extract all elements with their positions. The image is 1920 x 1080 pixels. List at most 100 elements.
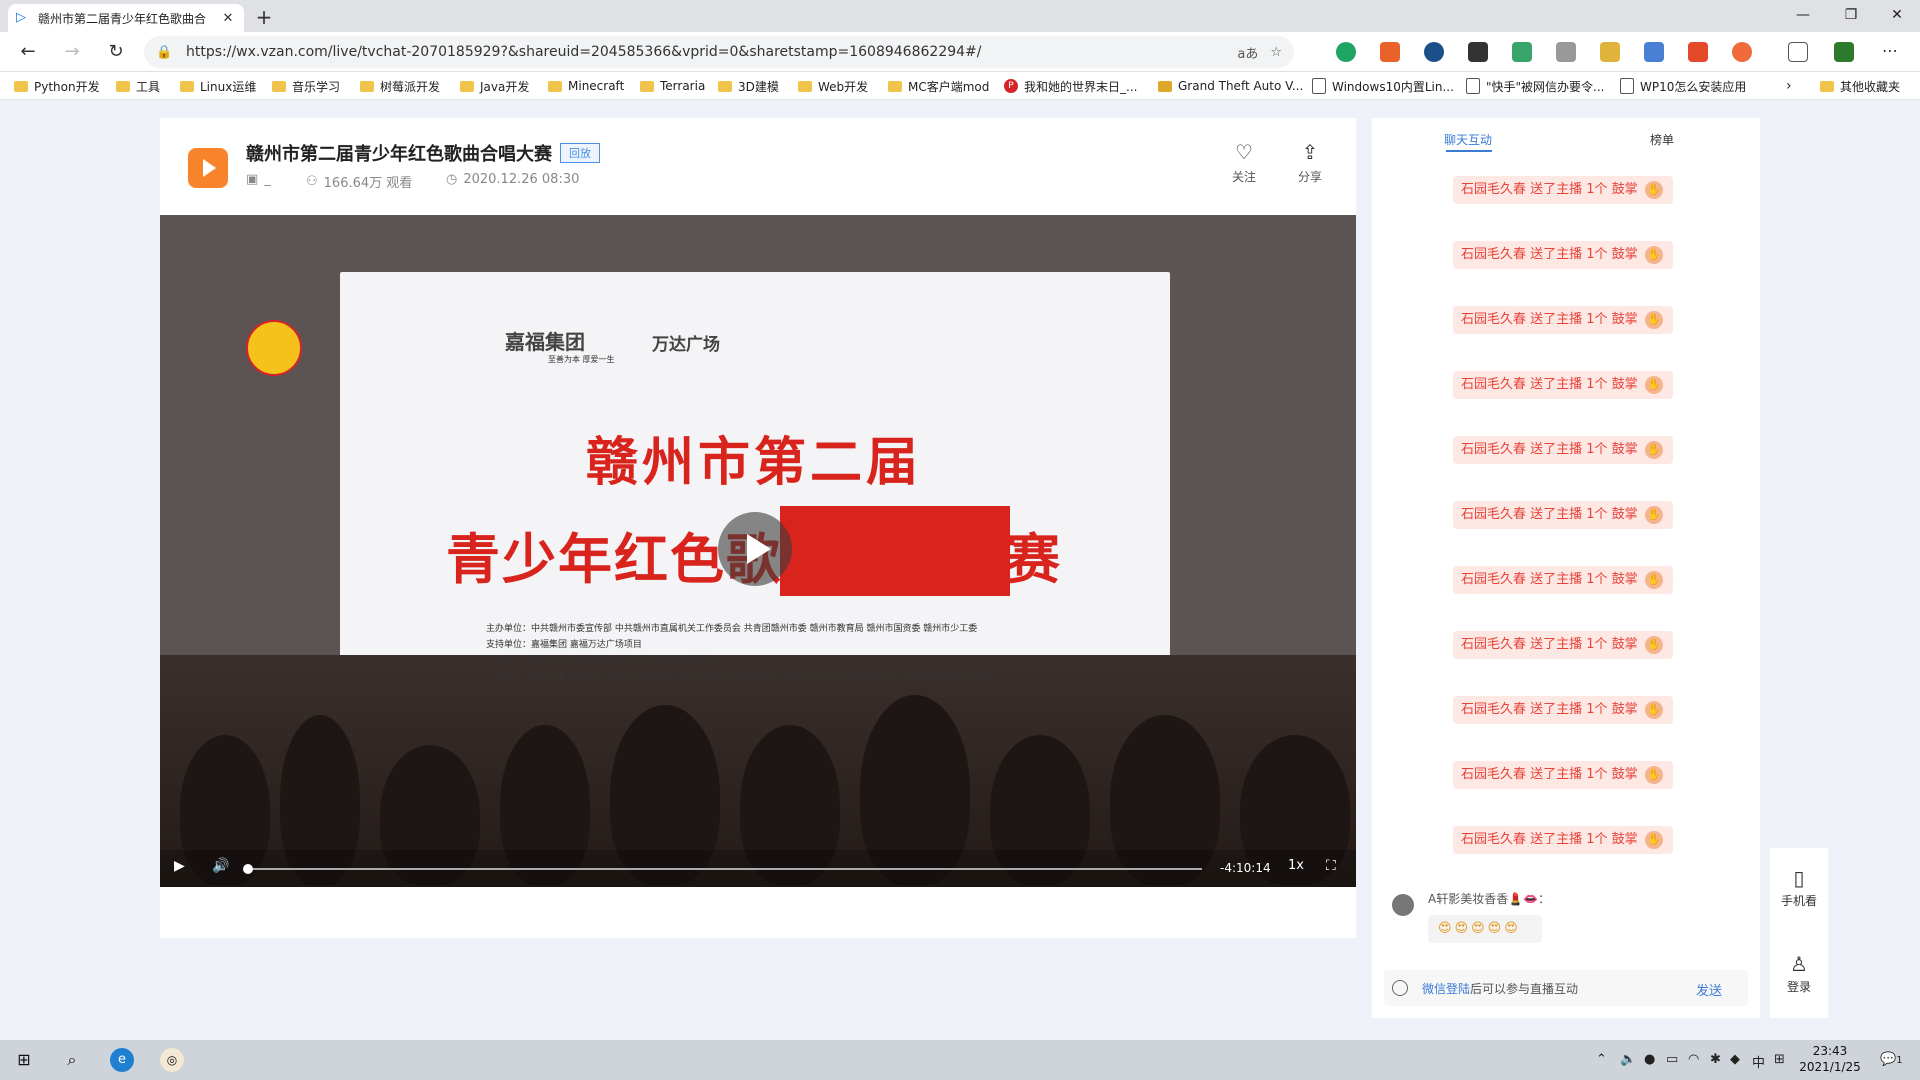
- share-button[interactable]: ⇪ 分享: [1290, 140, 1330, 185]
- bluetooth-tray-icon[interactable]: ✱: [1710, 1052, 1721, 1067]
- bookmark-link[interactable]: Windows10内置Lin...: [1312, 78, 1454, 94]
- emoji-smile-icon[interactable]: [1392, 980, 1408, 996]
- bookmark-folder[interactable]: Minecraft: [548, 78, 624, 94]
- progress-track[interactable]: [246, 868, 1202, 870]
- bookmark-folder[interactable]: Terraria: [640, 78, 705, 94]
- reload-button[interactable]: ↻: [102, 40, 130, 64]
- bookmark-link[interactable]: Grand Theft Auto V...: [1158, 78, 1303, 94]
- network-tray-icon[interactable]: ▭: [1666, 1052, 1678, 1067]
- bookmark-label: 工具: [136, 79, 161, 94]
- close-window-button[interactable]: ✕: [1874, 0, 1920, 32]
- bookmark-folder[interactable]: 树莓派开发: [360, 78, 440, 94]
- extension-icon[interactable]: [1600, 42, 1620, 62]
- video-icon: ▣: [246, 172, 259, 187]
- system-clock[interactable]: 23:43 2021/1/25: [1790, 1043, 1870, 1075]
- forward-button[interactable]: →: [58, 40, 86, 64]
- bookmark-folder[interactable]: 工具: [116, 78, 160, 94]
- rockstar-icon: [1158, 80, 1172, 92]
- send-button[interactable]: 发送: [1696, 980, 1722, 999]
- extension-grammarly-icon[interactable]: [1336, 42, 1356, 62]
- extension-icon[interactable]: [1732, 42, 1752, 62]
- center-play-icon[interactable]: [718, 512, 792, 586]
- gift-text: 石园毛久春 送了主播 1个 鼓掌: [1461, 247, 1638, 262]
- more-menu-icon[interactable]: ⋯: [1880, 42, 1900, 62]
- bookmark-label: Linux运维: [200, 79, 257, 94]
- clap-gift-icon: ✋: [1645, 441, 1663, 459]
- mobile-view-button[interactable]: ▯ 手机看: [1770, 866, 1828, 909]
- other-bookmarks-folder[interactable]: 其他收藏夹: [1820, 78, 1900, 94]
- bookmark-folder[interactable]: 音乐学习: [272, 78, 340, 94]
- tab-ranking[interactable]: 榜单: [1650, 131, 1674, 148]
- bookmark-link[interactable]: P 我和她的世界末日_...: [1004, 78, 1137, 94]
- extension-icon[interactable]: [1512, 42, 1532, 62]
- bookmark-label: 我和她的世界末日_...: [1024, 79, 1138, 94]
- clock-time: 23:43: [1812, 1044, 1848, 1058]
- edge-app-icon[interactable]: e: [110, 1048, 134, 1072]
- folder-icon: [460, 80, 474, 92]
- wifi-tray-icon[interactable]: ◠: [1688, 1052, 1699, 1067]
- bookmark-link[interactable]: WP10怎么安装应用: [1620, 78, 1746, 94]
- back-button[interactable]: ←: [14, 40, 42, 64]
- fullscreen-icon[interactable]: ⛶: [1326, 858, 1336, 874]
- hint-text: 后可以参与直播互动: [1470, 982, 1579, 996]
- wechat-login-link[interactable]: 微信登陆: [1422, 982, 1470, 996]
- extension-icon[interactable]: [1380, 42, 1400, 62]
- bookmark-folder[interactable]: Python开发: [14, 78, 100, 94]
- bookmark-folder[interactable]: 3D建模: [718, 78, 779, 94]
- share-label: 分享: [1297, 170, 1322, 184]
- windows-taskbar: ⊞ ⌕ e ◎ ⌃ 🔈 ● ▭ ◠ ✱ ◆ 中 ⊞ 23:43 2021/1/2…: [0, 1040, 1920, 1080]
- minimize-button[interactable]: —: [1780, 0, 1826, 32]
- gift-message: 石园毛久春 送了主播 1个 鼓掌 ✋: [1453, 371, 1673, 399]
- pinterest-icon: P: [1004, 79, 1018, 93]
- bookmark-folder[interactable]: MC客户端mod: [888, 78, 989, 94]
- restore-button[interactable]: ❐: [1828, 0, 1874, 32]
- tray-chevron-icon[interactable]: ⌃: [1596, 1052, 1607, 1067]
- url-field[interactable]: 🔒 https://wx.vzan.com/live/tvchat-207018…: [144, 36, 1294, 68]
- sponsor-jiafu-slogan: 至善为本 厚爱一生: [548, 355, 615, 364]
- login-button[interactable]: ♙ 登录: [1770, 952, 1828, 995]
- qq-tray-icon[interactable]: ●: [1644, 1052, 1655, 1067]
- collections-icon[interactable]: [1788, 42, 1808, 62]
- close-tab-icon[interactable]: ✕: [220, 11, 236, 26]
- bookmark-folder[interactable]: Java开发: [460, 78, 529, 94]
- bookmark-folder[interactable]: Web开发: [798, 78, 868, 94]
- notification-icon[interactable]: 💬1: [1880, 1052, 1903, 1067]
- poster-credit: 承办单位：赣州市青少年发展基金会 赣州共青团融媒体中心: [486, 656, 723, 666]
- bookmark-folder[interactable]: Linux运维: [180, 78, 256, 94]
- windows-start-icon[interactable]: ⊞: [12, 1048, 36, 1072]
- extension-icon[interactable]: [1688, 42, 1708, 62]
- bookmark-link[interactable]: "快手"被网信办要令...: [1466, 78, 1604, 94]
- extension-icon[interactable]: [1556, 42, 1576, 62]
- volume-icon[interactable]: 🔊: [212, 858, 229, 874]
- favorite-star-icon[interactable]: ☆: [1270, 45, 1282, 60]
- tab-chat[interactable]: 聊天互动: [1444, 131, 1492, 148]
- extension-monitor-icon[interactable]: [1468, 42, 1488, 62]
- heart-plus-icon: ♡: [1235, 140, 1253, 164]
- pinned-app-icon[interactable]: ◎: [160, 1048, 184, 1072]
- ime-indicator[interactable]: 中: [1752, 1052, 1765, 1071]
- follow-button[interactable]: ♡ 关注: [1224, 140, 1264, 185]
- volume-tray-icon[interactable]: 🔈: [1620, 1052, 1636, 1067]
- new-tab-button[interactable]: +: [252, 6, 276, 30]
- folder-icon: [1820, 80, 1834, 92]
- channel-logo[interactable]: [188, 148, 228, 188]
- clock-icon: ◷: [446, 172, 458, 187]
- notification-count: 1: [1896, 1055, 1903, 1066]
- bookmarks-overflow-chevron-icon[interactable]: ›: [1786, 78, 1792, 94]
- profile-avatar[interactable]: [1834, 42, 1854, 62]
- gift-message: 石园毛久春 送了主播 1个 鼓掌 ✋: [1453, 176, 1673, 204]
- play-icon[interactable]: ▶: [174, 858, 185, 874]
- browser-tab[interactable]: ▷ 赣州市第二届青少年红色歌曲合 ✕: [8, 4, 244, 32]
- app-tray-icon[interactable]: ◆: [1730, 1052, 1740, 1067]
- progress-handle[interactable]: [243, 864, 253, 874]
- poster-credit: 协办单位：赣州市青年联合会 赣州市学生联合会 赣州市青年企业家联合会 赣州市青年…: [486, 672, 993, 682]
- folder-icon: [14, 80, 28, 92]
- extension-icon[interactable]: [1424, 42, 1444, 62]
- extension-icon[interactable]: [1644, 42, 1664, 62]
- clap-gift-icon: ✋: [1645, 376, 1663, 394]
- ime-mode-icon[interactable]: ⊞: [1774, 1052, 1785, 1067]
- phone-icon: ▯: [1793, 866, 1805, 890]
- search-icon[interactable]: ⌕: [60, 1048, 84, 1072]
- playback-speed-button[interactable]: 1x: [1288, 858, 1304, 873]
- translate-icon[interactable]: aあ: [1237, 43, 1258, 62]
